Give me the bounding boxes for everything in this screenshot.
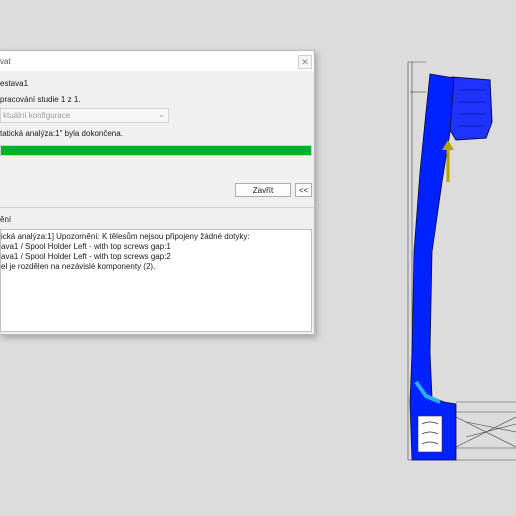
messages-title: ění [0,215,12,224]
configuration-select-value: ktuální konfigurace [3,111,71,120]
dialog-title: vat [0,57,11,66]
list-item: ava1 / Spool Holder Left - with top scre… [1,242,171,251]
collapse-button[interactable]: << [295,183,312,197]
messages-list[interactable]: ická analýza:1] Upozornění: K tělesům ne… [0,229,312,332]
chevron-down-icon: ⌄ [158,110,165,119]
simulation-dialog: vat ✕ estava1 pracování studie 1 z 1. kt… [0,50,315,335]
progress-text: pracování studie 1 z 1. [0,95,81,104]
status-text: tatická analýza:1" byla dokončena. [0,129,123,138]
list-item: el je rozdělen na nezávislé komponenty (… [1,262,156,271]
spool-holder-model[interactable] [396,52,516,472]
close-button[interactable]: Zavřít [235,183,291,197]
list-item: ava1 / Spool Holder Left - with top scre… [1,252,171,261]
divider [0,207,314,208]
progress-fill [1,146,311,155]
configuration-select[interactable]: ktuální konfigurace ⌄ [0,108,169,123]
progress-bar [0,145,312,156]
list-item: ická analýza:1] Upozornění: K tělesům ne… [1,232,250,241]
close-icon[interactable]: ✕ [298,55,312,69]
assembly-name: estava1 [0,79,29,88]
dialog-titlebar[interactable]: vat ✕ [0,51,314,71]
